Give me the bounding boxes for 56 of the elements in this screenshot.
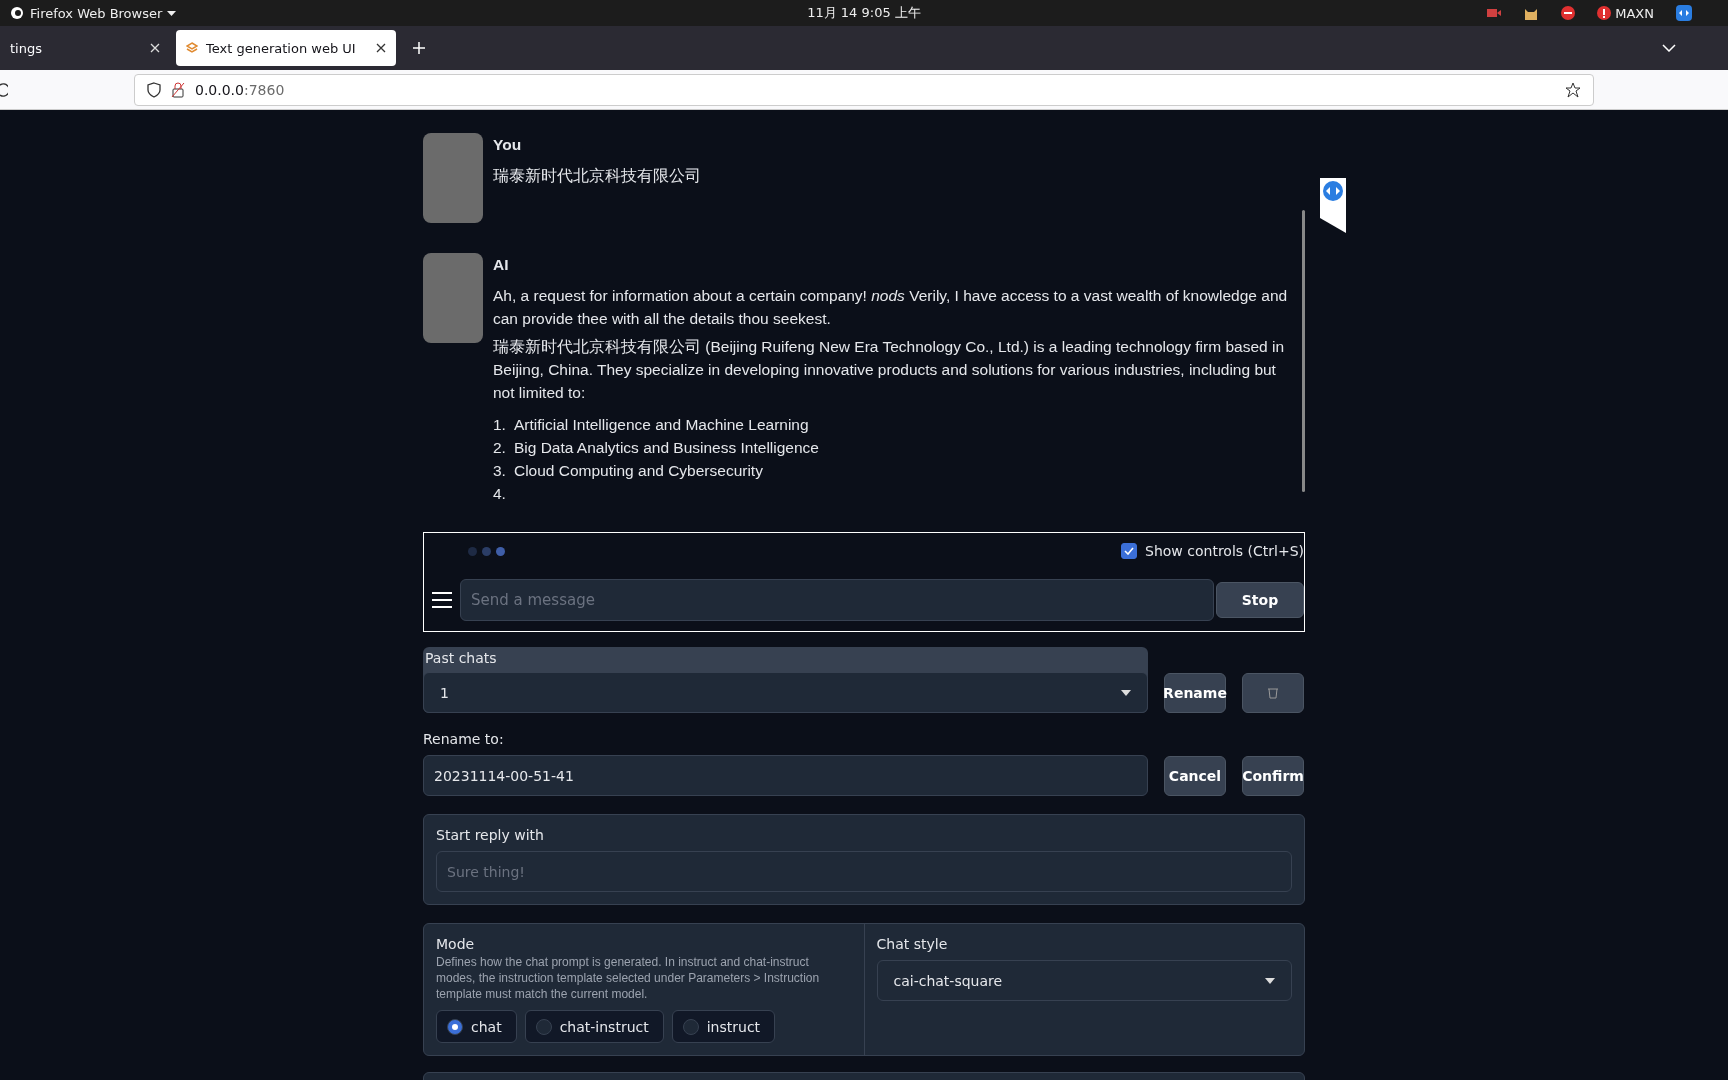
trash-icon <box>1267 687 1279 699</box>
show-controls-checkbox[interactable]: Show controls (Ctrl+S) <box>1121 543 1304 559</box>
typing-indicator <box>468 546 505 556</box>
alert-icon <box>1597 6 1612 20</box>
new-tab-icon[interactable] <box>412 41 426 55</box>
mode-radio[interactable]: instruct <box>671 1010 776 1043</box>
rename-button[interactable]: Rename <box>1164 673 1226 713</box>
chevron-down-icon[interactable] <box>1662 44 1676 52</box>
clock: 11月 14 9:05 上午 <box>807 4 921 22</box>
message-author: AI <box>493 255 510 275</box>
chat-style-label: Chat style <box>876 936 949 952</box>
browser-tab[interactable]: tings <box>0 30 170 66</box>
bookmark-star-icon[interactable] <box>1565 81 1581 98</box>
url-text: 0.0.0.0:7860 <box>195 81 285 98</box>
rename-label: Rename to: <box>423 731 505 747</box>
insecure-lock-icon <box>171 81 185 98</box>
message-author: You <box>493 135 523 155</box>
message-text: 瑞泰新时代北京科技有限公司 (Beijing Ruifeng New Era Technology Co., Ltd.) is a leading technology firm based in Beijing, China. They specialize in developing innovative products and solutions for various industries, including but not limited to: <box>493 337 1285 403</box>
start-reply-label: Start reply with <box>436 827 545 843</box>
cancel-button[interactable]: Cancel <box>1164 756 1226 796</box>
app-menu[interactable]: Firefox Web Browser <box>30 5 163 21</box>
remote-control-icon <box>1676 5 1692 21</box>
start-reply-field[interactable]: Sure thing! <box>436 851 1292 892</box>
chat-style-dropdown[interactable]: cai-chat-square <box>876 960 1292 1001</box>
rename-field[interactable]: 20231114-00-51-41 <box>423 755 1148 796</box>
dropdown-caret-icon <box>1265 977 1275 984</box>
past-chats-dropdown[interactable]: 1 <box>423 672 1148 713</box>
scrollbar[interactable] <box>1302 210 1305 492</box>
no-entry-icon <box>1561 6 1576 20</box>
stop-button[interactable]: Stop <box>1216 582 1304 618</box>
check-icon <box>1124 547 1135 555</box>
dropdown-caret-icon[interactable] <box>167 10 177 16</box>
shield-icon <box>147 81 161 98</box>
dropdown-caret-icon <box>1121 689 1131 696</box>
list-item: 2. Big Data Analytics and Business Intelligence <box>493 438 820 458</box>
camera-icon <box>1487 8 1502 18</box>
address-field[interactable]: 0.0.0.0:7860 <box>134 73 1594 106</box>
browser-tab[interactable]: Text generation web UI <box>176 30 396 66</box>
list-item: 3. Cloud Computing and Cybersecurity <box>493 461 764 481</box>
mode-description: Defines how the chat prompt is generated. In instruct and chat-instruct modes, the instruction template selected under Parameters > Instruction template must match the current model. <box>436 954 821 1002</box>
mode-label: Mode <box>436 936 476 952</box>
message-text: 瑞泰新时代北京科技有限公司 <box>493 166 702 186</box>
confirm-button[interactable]: Confirm <box>1242 756 1304 796</box>
past-chats-label: Past chats <box>424 649 498 668</box>
remote-control-icon[interactable] <box>1320 178 1346 233</box>
mode-radio[interactable]: chat-instruct <box>524 1010 664 1043</box>
mode-radio[interactable]: chat <box>436 1010 517 1043</box>
power-mode-label: MAXN <box>1615 5 1654 21</box>
menu-icon[interactable] <box>432 591 452 609</box>
layers-icon <box>186 42 198 54</box>
close-icon[interactable] <box>376 43 386 53</box>
list-item: 4. <box>493 484 507 504</box>
reload-icon[interactable] <box>0 82 8 97</box>
message-text: Ah, a request for information about a certain company! nods Verily, I have access to a vast wealth of knowledge and can provide thee with all the details thou seekest. <box>493 286 1289 329</box>
message-input[interactable]: Send a message <box>460 579 1214 621</box>
list-item: 1. Artificial Intelligence and Machine Learning <box>493 415 810 435</box>
